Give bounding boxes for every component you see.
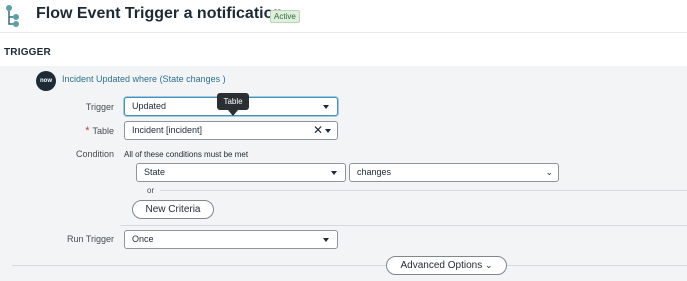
new-criteria-button[interactable]: New Criteria	[132, 200, 214, 219]
servicenow-logo-icon: now	[36, 71, 56, 91]
or-divider	[160, 190, 687, 191]
condition-operator-select[interactable]: changes ⌄	[349, 163, 559, 182]
required-icon: *	[85, 125, 90, 137]
advanced-options-button[interactable]: Advanced Options ⌄	[386, 256, 507, 275]
condition-field-select[interactable]: State	[136, 163, 346, 182]
condition-note: All of these conditions must be met	[124, 150, 249, 159]
run-trigger-value: Once	[132, 234, 154, 244]
caret-down-icon	[323, 238, 329, 242]
advanced-options-label: Advanced Options	[400, 260, 483, 271]
caret-down-icon	[323, 105, 329, 109]
tooltip-arrow	[228, 110, 238, 116]
trigger-select-value: Updated	[132, 101, 167, 111]
page-title: Flow Event Trigger a notification	[36, 5, 284, 22]
table-select[interactable]: Incident [incident] ✕	[124, 121, 338, 140]
caret-down-icon[interactable]	[325, 129, 331, 133]
table-tooltip: Table	[217, 93, 249, 110]
trigger-label: Trigger	[85, 102, 114, 112]
page-header: Flow Event Trigger a notification Active	[0, 0, 687, 33]
condition-operator-value: changes	[357, 167, 392, 177]
caret-down-icon	[331, 171, 337, 175]
advanced-divider	[12, 265, 687, 266]
table-select-value: Incident [incident]	[132, 125, 203, 135]
or-label: or	[147, 186, 155, 195]
clear-icon[interactable]: ✕	[313, 122, 323, 139]
condition-label: Condition	[75, 149, 114, 159]
table-label-text: Table	[92, 126, 114, 136]
status-badge: Active	[270, 10, 300, 23]
table-label: * Table	[0, 125, 114, 137]
condition-field-value: State	[144, 167, 166, 177]
flow-icon	[6, 5, 19, 27]
trigger-summary-link[interactable]: Incident Updated where (State changes )	[62, 74, 226, 84]
section-divider	[120, 225, 687, 226]
chevron-down-icon: ⌄	[545, 167, 553, 177]
run-trigger-label: Run Trigger	[66, 234, 114, 244]
run-trigger-select[interactable]: Once	[124, 230, 338, 249]
section-title: TRIGGER	[4, 47, 51, 58]
chevron-down-icon: ⌄	[484, 260, 493, 270]
